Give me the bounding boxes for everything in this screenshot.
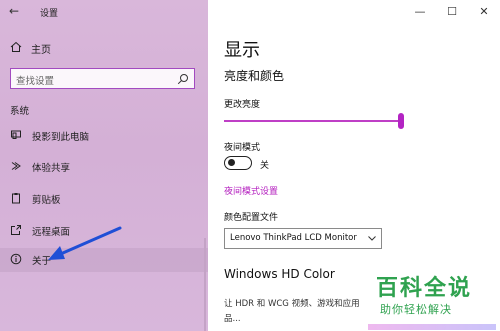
watermark-title: 百科全说 xyxy=(376,276,473,301)
info-icon xyxy=(10,253,22,265)
minimize-button[interactable]: — xyxy=(404,0,436,22)
brightness-label: 更改亮度 xyxy=(224,100,261,110)
home-icon xyxy=(10,41,22,52)
color-profile-value: Lenovo ThinkPad LCD Monitor xyxy=(230,233,357,243)
search-input[interactable]: 查找设置 xyxy=(10,68,195,89)
sidebar-item-clipboard[interactable]: 剪贴板 xyxy=(0,187,208,211)
section-heading-brightness: 亮度和颜色 xyxy=(224,69,285,83)
back-arrow-icon[interactable]: ← xyxy=(9,4,19,18)
color-profile-select[interactable]: Lenovo ThinkPad LCD Monitor xyxy=(224,228,382,249)
sidebar: ← 设置 主页 查找设置 系统 投影到此电脑 体验共享 剪贴板 远程桌面 关于 xyxy=(0,0,208,331)
window-controls: — ☐ ✕ xyxy=(404,0,500,22)
section-title: 系统 xyxy=(10,106,30,117)
sidebar-item-label: 投影到此电脑 xyxy=(32,132,90,143)
color-profile-label: 颜色配置文件 xyxy=(224,213,279,223)
sidebar-item-label: 体验共享 xyxy=(32,163,71,174)
close-button[interactable]: ✕ xyxy=(468,0,500,22)
night-mode-toggle[interactable] xyxy=(224,156,252,170)
share-experience-icon xyxy=(11,162,21,170)
sidebar-item-shared-experiences[interactable]: 体验共享 xyxy=(0,155,208,179)
watermark-logo: 百科全说 助你轻松解决 xyxy=(368,270,496,330)
remote-desktop-icon xyxy=(11,225,21,235)
night-mode-label: 夜间模式 xyxy=(224,143,261,153)
sidebar-item-projection[interactable]: 投影到此电脑 xyxy=(0,124,208,148)
app-title: 设置 xyxy=(40,9,59,19)
projector-icon xyxy=(11,130,21,139)
search-icon[interactable] xyxy=(177,73,189,85)
night-mode-state: 关 xyxy=(260,161,270,171)
watermark-subtitle: 助你轻松解决 xyxy=(380,303,452,316)
title-bar: ← 设置 xyxy=(0,0,208,24)
toggle-knob xyxy=(228,159,235,166)
clipboard-icon xyxy=(12,193,20,204)
hd-color-description: 让 HDR 和 WCG 视频、游戏和应用 xyxy=(224,299,360,309)
brightness-slider-track[interactable] xyxy=(224,120,404,122)
maximize-button[interactable]: ☐ xyxy=(436,0,468,22)
page-title: 显示 xyxy=(224,40,260,61)
search-placeholder: 查找设置 xyxy=(16,76,55,87)
brightness-slider-thumb[interactable] xyxy=(398,113,404,129)
sidebar-item-label: 主页 xyxy=(31,45,51,56)
hd-color-heading: Windows HD Color xyxy=(224,267,335,281)
annotation-arrow-icon xyxy=(48,226,122,260)
watermark-bar xyxy=(368,324,496,330)
chevron-down-icon xyxy=(368,236,376,241)
night-mode-settings-link[interactable]: 夜间模式设置 xyxy=(224,184,278,197)
sidebar-item-home[interactable]: 主页 xyxy=(0,37,208,59)
sidebar-scrollbar[interactable] xyxy=(204,238,206,331)
sidebar-item-label: 剪贴板 xyxy=(32,195,61,206)
hd-color-description-continued: 品... xyxy=(224,314,241,324)
